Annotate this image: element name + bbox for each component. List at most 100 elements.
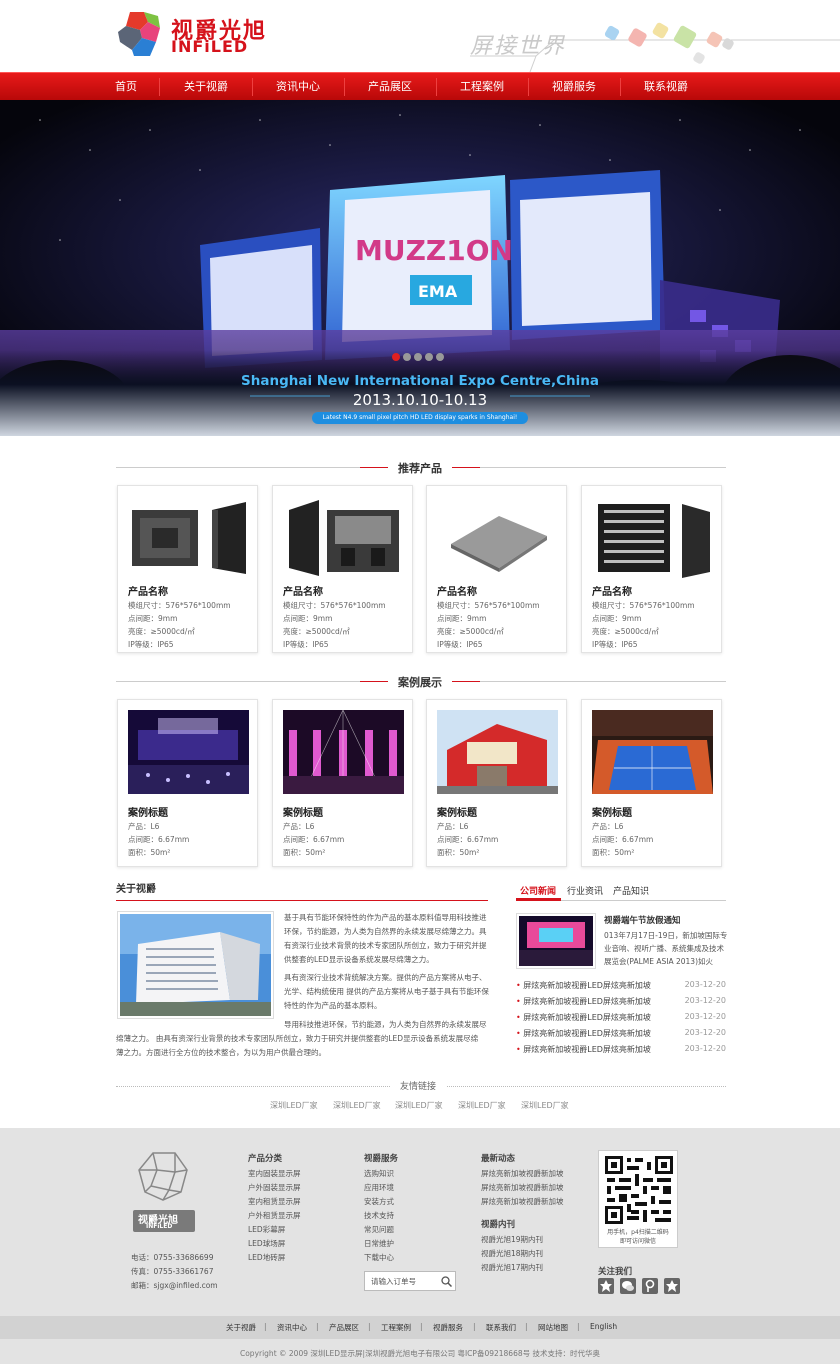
footer-link[interactable]: 屏炫亮新加坡视爵新加坡 xyxy=(481,1196,564,1207)
news-list-item[interactable]: • 屏炫亮新加坡视爵LED屏炫亮新加坡 203-12-20 xyxy=(516,996,726,1010)
footer-link[interactable]: 视爵光旭19期内刊 xyxy=(481,1234,543,1245)
footer-link[interactable]: 常见问题 xyxy=(364,1224,394,1235)
product-ip: IP等级：IP65 xyxy=(283,640,329,649)
footer-link[interactable]: 室内固装显示屏 xyxy=(248,1168,301,1179)
product-image xyxy=(437,496,558,580)
case-name: 案例标题 xyxy=(592,808,632,819)
bottom-nav-link[interactable]: English xyxy=(590,1322,617,1331)
news-list-item[interactable]: • 屏炫亮新加坡视爵LED屏炫亮新加坡 203-12-20 xyxy=(516,1028,726,1042)
product-ip: IP等级：IP65 xyxy=(437,640,483,649)
order-search-input[interactable]: 请输入订单号 xyxy=(364,1271,456,1291)
case-product: 产品：L6 xyxy=(437,822,469,831)
case-area: 面积：50m² xyxy=(128,848,171,857)
product-name: 产品名称 xyxy=(128,587,168,598)
footer-link[interactable]: 技术支持 xyxy=(364,1210,394,1221)
product-card[interactable]: 产品名称 模组尺寸：576*576*100mm 点间距：9mm 亮度：≥5000… xyxy=(426,485,567,653)
footer-link[interactable]: 户外固装显示屏 xyxy=(248,1182,301,1193)
nav-about[interactable]: 关于视爵 xyxy=(166,73,246,101)
footer-link[interactable]: 选购知识 xyxy=(364,1168,394,1179)
slider-dot[interactable] xyxy=(403,353,411,361)
footer-link[interactable]: LED地砖屏 xyxy=(248,1252,285,1263)
tab-industry-news[interactable]: 行业资讯 xyxy=(567,884,603,897)
nav-products[interactable]: 产品展区 xyxy=(350,73,430,101)
slider-dot[interactable] xyxy=(392,353,400,361)
friend-link[interactable]: 深圳LED厂家 xyxy=(270,1100,318,1111)
slider-dot[interactable] xyxy=(425,353,433,361)
friend-link[interactable]: 深圳LED厂家 xyxy=(521,1100,569,1111)
friend-link[interactable]: 深圳LED厂家 xyxy=(333,1100,381,1111)
case-pitch: 点间距：6.67mm xyxy=(283,835,345,844)
slider-dot[interactable] xyxy=(414,353,422,361)
footer-link[interactable]: 屏炫亮新加坡视爵新加坡 xyxy=(481,1168,564,1179)
news-list-item[interactable]: • 屏炫亮新加坡视爵LED屏炫亮新加坡 203-12-20 xyxy=(516,1012,726,1026)
nav-service[interactable]: 视爵服务 xyxy=(534,73,614,101)
nav-news[interactable]: 资讯中心 xyxy=(258,73,338,101)
wechat-icon[interactable] xyxy=(620,1278,636,1294)
case-card[interactable]: 案例标题 产品：L6 点间距：6.67mm 面积：50m² xyxy=(581,699,722,867)
product-ip: IP等级：IP65 xyxy=(128,640,174,649)
friend-link[interactable]: 深圳LED厂家 xyxy=(395,1100,443,1111)
footer-link[interactable]: 应用环境 xyxy=(364,1182,394,1193)
products-title: 推荐产品 xyxy=(388,460,452,476)
tab-product-knowledge[interactable]: 产品知识 xyxy=(613,884,649,897)
nav-cases[interactable]: 工程案例 xyxy=(442,73,522,101)
product-image xyxy=(283,496,404,580)
case-product: 产品：L6 xyxy=(283,822,315,831)
weibo-icon[interactable] xyxy=(598,1278,614,1294)
footer-link[interactable]: 户外租赁显示屏 xyxy=(248,1210,301,1221)
case-card[interactable]: 案例标题 产品：L6 点间距：6.67mm 面积：50m² xyxy=(272,699,413,867)
footer-link[interactable]: 视爵光旭17期内刊 xyxy=(481,1262,543,1273)
product-brightness: 亮度：≥5000cd/㎡ xyxy=(128,627,195,636)
search-icon[interactable] xyxy=(441,1276,452,1287)
bottom-nav-link[interactable]: 视爵服务 xyxy=(433,1322,463,1333)
order-search-placeholder: 请输入订单号 xyxy=(371,1277,416,1286)
news-feature-image[interactable] xyxy=(516,913,596,969)
case-product: 产品：L6 xyxy=(128,822,160,831)
nav-home[interactable]: 首页 xyxy=(102,73,150,101)
nav-contact[interactable]: 联系视爵 xyxy=(626,73,706,101)
product-size: 模组尺寸：576*576*100mm xyxy=(283,601,386,610)
footer-link[interactable]: 下载中心 xyxy=(364,1252,394,1263)
footer-logo-en: INFiLED xyxy=(146,1223,173,1230)
news-list-item[interactable]: • 屏炫亮新加坡视爵LED屏炫亮新加坡 203-12-20 xyxy=(516,1044,726,1058)
slider-dot[interactable] xyxy=(436,353,444,361)
hero-banner[interactable]: MUZZ1ONE EMA Shanghai New International … xyxy=(0,100,840,436)
star-icon[interactable] xyxy=(664,1278,680,1294)
tab-company-news[interactable]: 公司新闻 xyxy=(520,884,556,897)
bottom-nav-link[interactable]: 关于视爵 xyxy=(226,1322,256,1333)
footer-link[interactable]: 视爵光旭18期内刊 xyxy=(481,1248,543,1259)
bottom-nav-link[interactable]: 产品展区 xyxy=(329,1322,359,1333)
news-feature-title[interactable]: 视爵端午节放假通知 xyxy=(604,914,681,926)
product-name: 产品名称 xyxy=(437,587,477,598)
footer-link[interactable]: 屏炫亮新加坡视爵新加坡 xyxy=(481,1182,564,1193)
footer-link[interactable]: 日常维护 xyxy=(364,1238,394,1249)
product-card[interactable]: 产品名称 模组尺寸：576*576*100mm 点间距：9mm 亮度：≥5000… xyxy=(272,485,413,653)
footer-email[interactable]: 邮箱：sjgx@infiled.com xyxy=(131,1280,218,1291)
product-card[interactable]: 产品名称 模组尺寸：576*576*100mm 点间距：9mm 亮度：≥5000… xyxy=(117,485,258,653)
footer-link[interactable]: 室内租赁显示屏 xyxy=(248,1196,301,1207)
footer-link[interactable]: 安装方式 xyxy=(364,1196,394,1207)
product-ip: IP等级：IP65 xyxy=(592,640,638,649)
bottom-nav-link[interactable]: 工程案例 xyxy=(381,1322,411,1333)
follow-us-title: 关注我们 xyxy=(598,1267,633,1277)
case-card[interactable]: 案例标题 产品：L6 点间距：6.67mm 面积：50m² xyxy=(117,699,258,867)
friend-link[interactable]: 深圳LED厂家 xyxy=(458,1100,506,1111)
case-area: 面积：50m² xyxy=(437,848,480,857)
case-image xyxy=(128,710,249,794)
footer-link[interactable]: LED球场屏 xyxy=(248,1238,285,1249)
bottom-nav-link[interactable]: 资讯中心 xyxy=(277,1322,307,1333)
footer-link[interactable]: LED彩幕屏 xyxy=(248,1224,285,1235)
product-pitch: 点间距：9mm xyxy=(437,614,487,623)
case-name: 案例标题 xyxy=(283,808,323,819)
logo-icon[interactable] xyxy=(116,10,166,58)
case-card[interactable]: 案例标题 产品：L6 点间距：6.67mm 面积：50m² xyxy=(426,699,567,867)
bottom-nav-link[interactable]: 联系我们 xyxy=(486,1322,516,1333)
bottom-nav-link[interactable]: 网站地图 xyxy=(538,1322,568,1333)
case-product: 产品：L6 xyxy=(592,822,624,831)
about-image[interactable] xyxy=(117,911,274,1019)
news-list-item[interactable]: • 屏炫亮新加坡视爵LED屏炫亮新加坡 203-12-20 xyxy=(516,980,726,994)
about-paragraph-3: 导用科技推进环保，节约能源，为人类为自然界的永续发展尽 绵薄之力。 由具有资深行业… xyxy=(116,1020,487,1057)
product-card[interactable]: 产品名称 模组尺寸：576*576*100mm 点间距：9mm 亮度：≥5000… xyxy=(581,485,722,653)
bottom-nav: 关于视爵 | 资讯中心 | 产品展区 | 工程案例 | 视爵服务 | 联系我们 … xyxy=(0,1316,840,1339)
tencent-weibo-icon[interactable] xyxy=(642,1278,658,1294)
